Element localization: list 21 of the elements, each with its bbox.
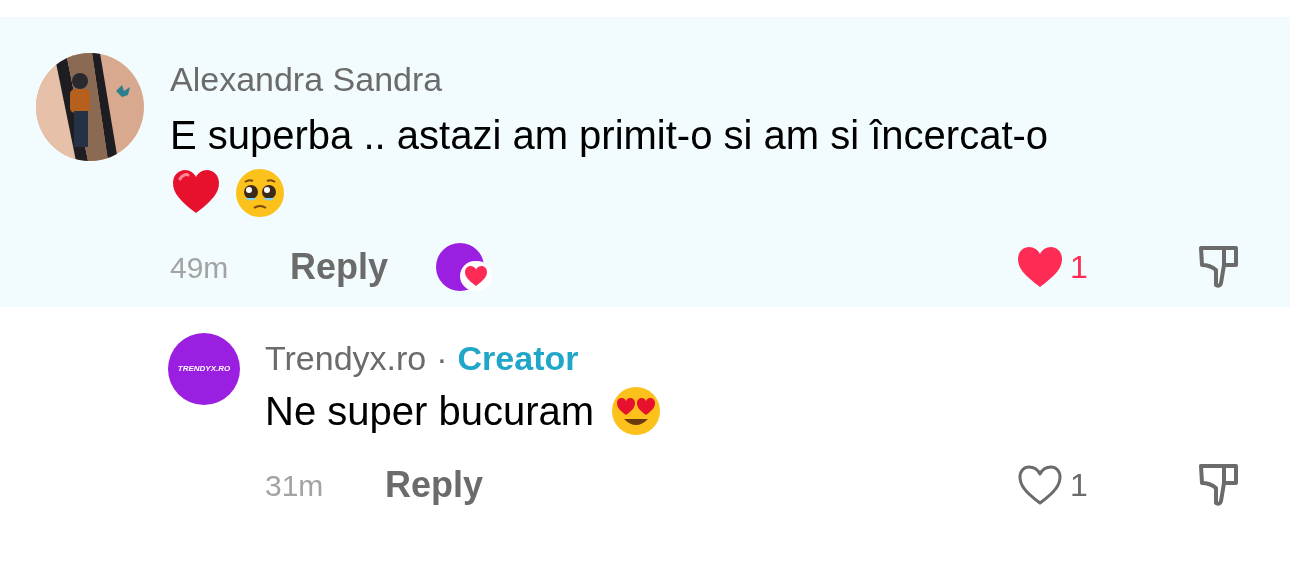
like-count: 1: [1070, 466, 1088, 505]
heart-icon[interactable]: [1016, 245, 1064, 289]
dislike-icon[interactable]: [1196, 245, 1240, 289]
heart-icon[interactable]: [1016, 463, 1064, 507]
author-name: Alexandra Sandra: [170, 59, 444, 100]
avatar[interactable]: TRENDYX.RO: [168, 333, 240, 405]
heart-badge-icon: [460, 261, 493, 291]
comment-text: Ne super bucuram: [265, 388, 595, 435]
teary-face-emoji-icon: [234, 167, 286, 219]
comment-time: 31m: [265, 467, 325, 504]
avatar-logo-text: TRENDYX.RO: [177, 363, 231, 375]
separator-dot: ·: [436, 338, 448, 379]
reply-button[interactable]: Reply: [290, 240, 389, 294]
reply-button[interactable]: Reply: [385, 458, 484, 512]
creator-label: Creator: [457, 338, 579, 379]
heart-eyes-emoji-icon: [610, 385, 663, 437]
like-count: 1: [1070, 248, 1088, 287]
comment-time: 49m: [170, 249, 230, 286]
author-name: Trendyx.ro: [265, 338, 427, 379]
dislike-icon[interactable]: [1196, 463, 1240, 507]
comment-text: E superba .. astazi am primit-o si am si încercat-o: [170, 112, 1050, 159]
